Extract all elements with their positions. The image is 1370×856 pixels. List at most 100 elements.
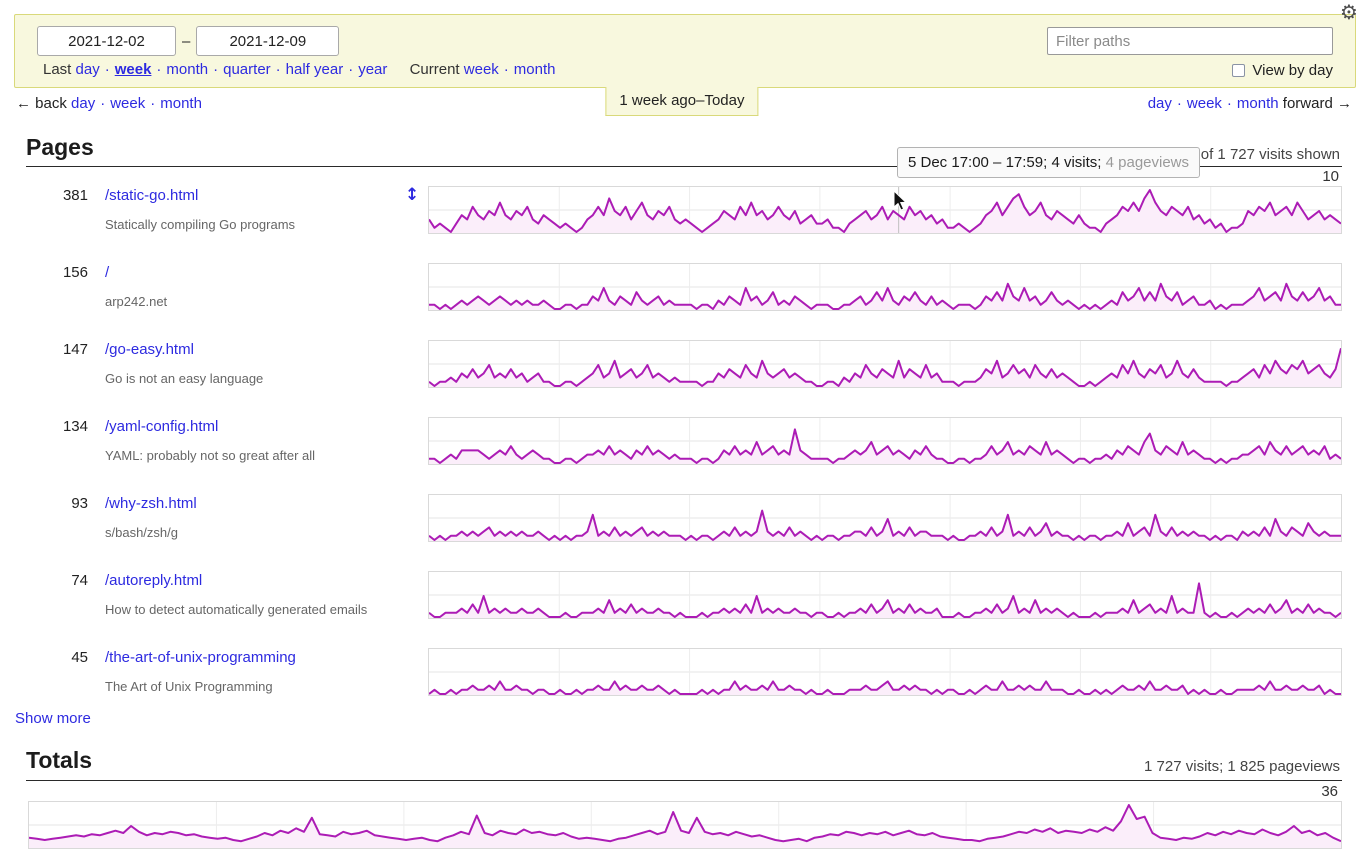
dot-separator: · — [150, 95, 155, 112]
page-visit-count: 147 — [26, 340, 88, 388]
mouse-cursor — [893, 190, 909, 212]
page-meta: / arp242.net — [105, 263, 405, 311]
page-title-text: arp242.net — [105, 294, 405, 310]
date-end-input[interactable] — [196, 26, 339, 56]
period-link-month[interactable]: month — [166, 61, 208, 78]
nav-back-link-month[interactable]: month — [160, 95, 202, 112]
page-path-link[interactable]: /the-art-of-unix-programming — [105, 648, 405, 667]
tooltip-main-text: 5 Dec 17:00 – 17:59; 4 visits; — [908, 154, 1101, 171]
page-title-text: The Art of Unix Programming — [105, 679, 405, 695]
page-path-link[interactable]: /go-easy.html — [105, 340, 405, 359]
page-visit-count: 381 — [26, 186, 88, 234]
page-row: 45/the-art-of-unix-programming The Art of… — [26, 648, 1342, 696]
page-visit-count: 93 — [26, 494, 88, 542]
page-meta: /the-art-of-unix-programming The Art of U… — [105, 648, 405, 696]
period-link-week[interactable]: week — [115, 61, 152, 78]
page-sparkline-chart[interactable] — [428, 571, 1342, 619]
pages-ymax-label: 10 — [1322, 168, 1339, 185]
current-period-links: week · month — [464, 61, 556, 78]
sparkline-svg — [429, 572, 1341, 618]
nav-back-group: ← back day·week·month — [16, 95, 202, 112]
current-link-week[interactable]: week — [464, 61, 499, 78]
sparkline-svg — [429, 649, 1341, 695]
page-row: 74/autoreply.htmlHow to detect automatic… — [26, 571, 1342, 619]
scale-slot — [405, 494, 428, 542]
period-link-quarter[interactable]: quarter — [223, 61, 271, 78]
scale-slot: ↕ — [405, 186, 428, 234]
dot-separator: · — [1177, 95, 1182, 112]
last-label: Last — [43, 61, 71, 78]
view-by-day-checkbox[interactable] — [1232, 64, 1245, 77]
back-label: back — [35, 95, 67, 112]
period-link-half-year[interactable]: half year — [286, 61, 344, 78]
page-meta: /go-easy.htmlGo is not an easy language — [105, 340, 405, 388]
sparkline-svg — [429, 264, 1341, 310]
page-path-link[interactable]: /static-go.html — [105, 186, 405, 205]
scale-slot — [405, 571, 428, 619]
dot-separator: · — [105, 61, 110, 78]
forward-arrow-icon: → — [1337, 95, 1352, 112]
period-range-tab: 1 week ago–Today — [605, 87, 758, 116]
current-label: Current — [410, 61, 460, 78]
tooltip-pageviews-text: 4 pageviews — [1106, 154, 1189, 171]
page-sparkline-chart[interactable] — [428, 263, 1342, 311]
totals-divider — [26, 780, 1342, 781]
page-path-link[interactable]: /autoreply.html — [105, 571, 405, 590]
totals-chart[interactable] — [28, 801, 1342, 849]
page-meta: /yaml-config.htmlYAML: probably not so g… — [105, 417, 405, 465]
page-title-text: s/bash/zsh/g — [105, 525, 405, 541]
page-visit-count: 45 — [26, 648, 88, 696]
pages-rows: 381/static-go.htmlStatically compiling G… — [26, 186, 1342, 725]
page-path-link[interactable]: /yaml-config.html — [105, 417, 405, 436]
back-arrow-icon: ← — [16, 95, 31, 112]
scale-slot — [405, 340, 428, 388]
nav-forward-links: day · week · month — [1148, 95, 1279, 112]
period-link-day[interactable]: day — [76, 61, 100, 78]
nav-back-link-day[interactable]: day — [71, 95, 95, 112]
page-row: 156 / arp242.net — [26, 263, 1342, 311]
sparkline-svg — [29, 802, 1341, 848]
nav-forward-link-month[interactable]: month — [1237, 95, 1279, 112]
view-by-day-label: View by day — [1252, 62, 1333, 79]
pages-heading: Pages — [26, 134, 94, 160]
page-sparkline-chart[interactable] — [428, 417, 1342, 465]
page-path-link[interactable]: / — [105, 263, 405, 282]
page-title-text: How to detect automatically generated em… — [105, 602, 405, 618]
page-sparkline-chart[interactable] — [428, 648, 1342, 696]
nav-forward-link-week[interactable]: week — [1187, 95, 1222, 112]
nav-forward-link-day[interactable]: day — [1148, 95, 1172, 112]
page-sparkline-chart[interactable]: 10 — [428, 186, 1342, 234]
dot-separator: · — [1227, 95, 1232, 112]
period-link-year[interactable]: year — [358, 61, 387, 78]
totals-ymax-label: 36 — [1321, 783, 1338, 800]
scale-toggle-icon[interactable]: ↕ — [405, 185, 419, 205]
page-path-link[interactable]: /why-zsh.html — [105, 494, 405, 513]
dot-separator: · — [504, 61, 509, 78]
date-range-row: – — [37, 26, 339, 56]
page-visit-count: 156 — [26, 263, 88, 311]
filter-paths-input[interactable] — [1047, 27, 1333, 55]
sparkline-svg — [429, 495, 1341, 541]
period-selector-box: – Last day·week·month·quarter·half year·… — [14, 14, 1356, 88]
settings-gear-icon[interactable]: ⚙ — [1340, 1, 1358, 23]
page-visit-count: 134 — [26, 417, 88, 465]
dot-separator: · — [276, 61, 281, 78]
page-row: 134/yaml-config.htmlYAML: probably not s… — [26, 417, 1342, 465]
view-by-day-control: View by day — [1232, 62, 1333, 79]
sparkline-svg — [429, 187, 1341, 233]
sparkline-svg — [429, 341, 1341, 387]
totals-summary: 1 727 visits; 1 825 pageviews — [1144, 758, 1340, 775]
scale-slot — [405, 263, 428, 311]
page-sparkline-chart[interactable] — [428, 340, 1342, 388]
page-row: 93/why-zsh.html s/bash/zsh/g — [26, 494, 1342, 542]
page-sparkline-chart[interactable] — [428, 494, 1342, 542]
last-period-links: day·week·month·quarter·half year·year — [76, 61, 388, 78]
nav-back-links: day·week·month — [71, 95, 202, 112]
date-start-input[interactable] — [37, 26, 176, 56]
page-meta: /autoreply.html How to detect automatical… — [105, 571, 405, 619]
current-link-month[interactable]: month — [514, 61, 556, 78]
nav-back-link-week[interactable]: week — [110, 95, 145, 112]
scale-slot — [405, 648, 428, 696]
show-more-link[interactable]: Show more — [15, 710, 91, 727]
dot-separator: · — [348, 61, 353, 78]
